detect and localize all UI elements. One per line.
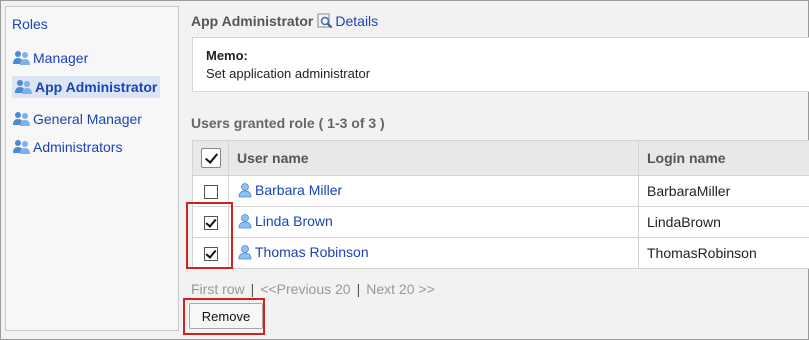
sidebar-item-label: General Manager [33, 111, 142, 127]
sidebar-item-label: Manager [33, 50, 89, 66]
page-title: App Administrator [191, 13, 314, 29]
user-name: Linda Brown [255, 212, 333, 229]
user-name: Barbara Miller [255, 181, 343, 198]
pager-previous: <<Previous 20 [260, 281, 351, 297]
login-name-cell: LindaBrown [638, 206, 809, 238]
pager-separator: | [250, 281, 255, 297]
user-name: Thomas Robinson [255, 243, 369, 260]
table-header-row: User name Login name [192, 140, 809, 176]
row-checkbox[interactable] [203, 185, 218, 200]
sidebar-item-label: App Administrator [35, 79, 158, 95]
user-link[interactable]: Barbara Miller [237, 182, 342, 198]
user-link[interactable]: Linda Brown [237, 213, 333, 229]
sidebar-item-label: Administrators [33, 139, 123, 155]
table-row: Thomas Robinson ThomasRobinson [192, 237, 809, 269]
users-icon [15, 80, 32, 94]
user-link[interactable]: Thomas Robinson [237, 244, 369, 260]
sidebar-item-administrators[interactable]: Administrators [12, 136, 122, 158]
sidebar-item-manager[interactable]: Manager [12, 47, 88, 69]
login-name-cell: ThomasRobinson [638, 237, 809, 269]
user-icon [238, 213, 252, 228]
magnifier-icon [317, 13, 333, 29]
granted-users-title: Users granted role ( 1-3 of 3 ) [191, 115, 385, 131]
details-link[interactable]: Details [317, 13, 378, 29]
table-row: Barbara Miller BarbaraMiller [192, 175, 809, 207]
pager-next: Next 20 >> [366, 281, 435, 297]
users-icon [13, 112, 30, 126]
login-name-cell: BarbaraMiller [638, 175, 809, 207]
memo-label: Memo: [206, 48, 248, 63]
column-header-login-name: Login name [638, 140, 809, 176]
column-header-user-name: User name [228, 140, 639, 176]
users-icon [13, 51, 30, 65]
memo-text: Set application administrator [206, 66, 371, 81]
users-icon [13, 140, 30, 154]
details-label: Details [335, 13, 379, 29]
user-name-cell: Barbara Miller [228, 175, 639, 207]
table-row: Linda Brown LindaBrown [192, 206, 809, 238]
roles-sidebar: Roles Manager App Administrator General … [5, 6, 179, 331]
app-window: Roles Manager App Administrator General … [0, 0, 809, 340]
pagination: First row | <<Previous 20 | Next 20 >> [191, 281, 435, 297]
sidebar-item-general-manager[interactable]: General Manager [12, 108, 142, 130]
remove-button[interactable]: Remove [189, 303, 263, 329]
pager-separator: | [356, 281, 361, 297]
granted-users-table: User name Login name Barbara Miller Barb… [192, 140, 809, 269]
main-panel: App Administrator Details Memo: Set appl… [183, 1, 809, 340]
user-icon [238, 244, 252, 259]
select-all-checkbox[interactable] [200, 148, 221, 168]
sidebar-title-roles[interactable]: Roles [12, 16, 48, 32]
user-icon [238, 182, 252, 197]
user-name-cell: Linda Brown [228, 206, 639, 238]
sidebar-item-app-administrator[interactable]: App Administrator [12, 76, 161, 98]
user-name-cell: Thomas Robinson [228, 237, 639, 269]
page-header: App Administrator Details [191, 13, 378, 29]
checkbox-highlight-box [186, 202, 233, 269]
pager-first: First row [191, 281, 245, 297]
memo-box: Memo: Set application administrator [192, 37, 809, 92]
select-all-cell [192, 140, 229, 176]
